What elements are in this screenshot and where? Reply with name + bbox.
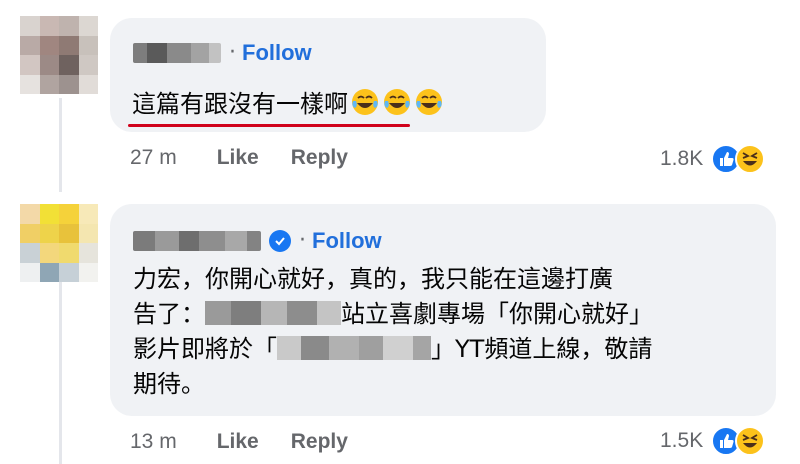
verified-badge-icon — [269, 230, 291, 252]
comment-text-fragment: 告了： — [133, 300, 205, 328]
like-button[interactable]: Like — [217, 430, 259, 454]
avatar[interactable] — [20, 204, 98, 282]
reaction-count: 1.5K — [660, 429, 704, 452]
comment-text-line: 期待。 — [133, 370, 205, 398]
comment-text-line: 影片即將於「 」YT頻道上線，敬請 — [133, 332, 763, 367]
comment-actions: 27 m Like Reply — [130, 146, 348, 170]
reaction-count: 1.8K — [660, 147, 704, 170]
tears-of-joy-emoji — [384, 89, 410, 115]
comment-timestamp[interactable]: 27 m — [130, 146, 177, 170]
comment-actions: 13 m Like Reply — [130, 430, 348, 454]
thread-line — [59, 98, 62, 192]
reply-button[interactable]: Reply — [291, 430, 348, 454]
comment-text-line: 力宏，你開心就好，真的，我只能在這邊打廣 — [133, 265, 613, 293]
blurred-name-redaction — [205, 300, 341, 325]
comment-text-fragment: 站立喜劇專場「你開心就好」 — [341, 300, 653, 328]
reaction-summary[interactable]: 1.5K — [660, 426, 766, 456]
follow-button[interactable]: Follow — [242, 40, 312, 66]
tears-of-joy-emoji — [416, 89, 442, 115]
blurred-channel-redaction — [277, 335, 431, 360]
comment-text: 這篇有跟沒有一樣啊 — [132, 87, 444, 122]
comment-header: · Follow — [133, 40, 312, 66]
red-underline-annotation — [128, 124, 410, 127]
thread-line — [59, 282, 62, 464]
comment-text-fragment: 影片即將於「 — [133, 335, 277, 363]
comment-timestamp[interactable]: 13 m — [130, 430, 177, 454]
reaction-summary[interactable]: 1.8K — [660, 144, 766, 174]
blurred-author-name[interactable] — [133, 231, 261, 251]
comment-text: 力宏，你開心就好，真的，我只能在這邊打廣 告了： 站立喜劇專場「你開心就好」 影片… — [133, 262, 763, 402]
tears-of-joy-emoji — [352, 89, 378, 115]
avatar[interactable] — [20, 16, 98, 94]
separator-dot: · — [229, 40, 236, 65]
haha-reaction-icon — [735, 426, 766, 456]
comment-text-fragment: 」YT頻道上線，敬請 — [431, 335, 653, 363]
blurred-author-name[interactable] — [133, 43, 221, 63]
like-button[interactable]: Like — [217, 146, 259, 170]
comment-text-line: 告了： 站立喜劇專場「你開心就好」 — [133, 297, 763, 332]
comment-header: · Follow — [133, 228, 382, 254]
comment-text-content: 這篇有跟沒有一樣啊 — [132, 90, 348, 118]
reply-button[interactable]: Reply — [291, 146, 348, 170]
follow-button[interactable]: Follow — [312, 228, 382, 254]
separator-dot: · — [299, 228, 306, 253]
haha-reaction-icon — [735, 144, 766, 174]
